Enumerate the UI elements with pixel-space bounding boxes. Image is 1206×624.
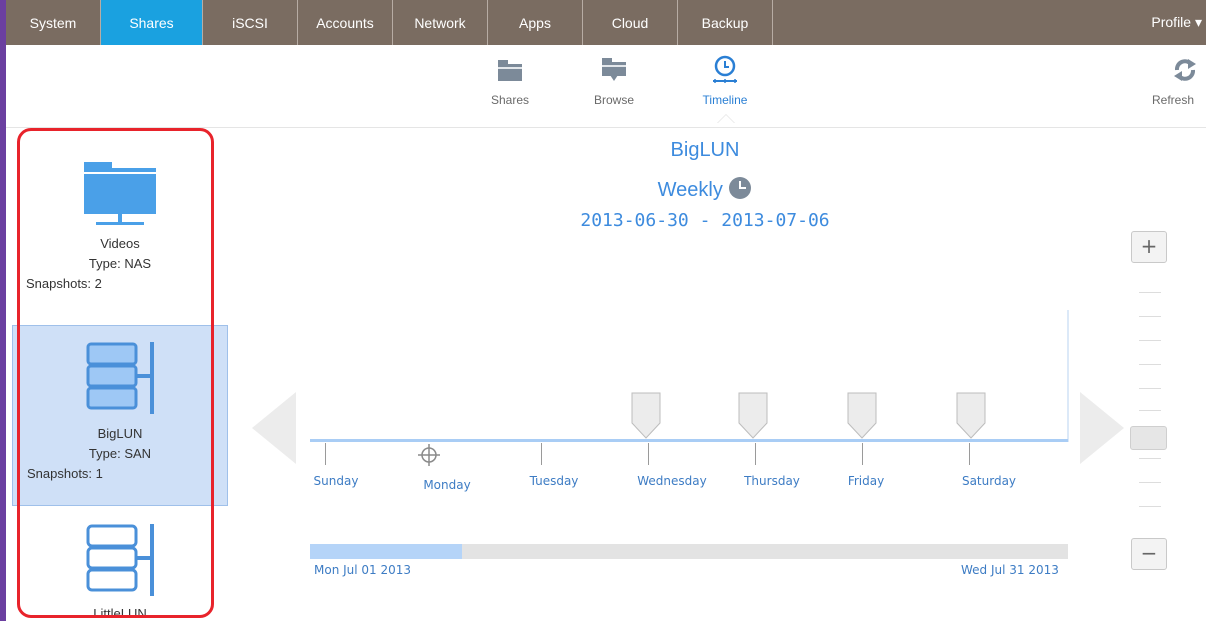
previous-week-arrow[interactable] — [252, 392, 296, 464]
day-tick — [541, 443, 542, 465]
share-name: LittleLUN — [93, 606, 147, 621]
timeline-end-marker — [1067, 310, 1069, 442]
snapshot-marker[interactable] — [847, 392, 877, 439]
range-end-label: Wed Jul 31 2013 — [961, 563, 1059, 577]
share-name: Videos — [100, 236, 140, 251]
tab-backup[interactable]: Backup — [678, 0, 773, 45]
zoom-tick — [1139, 292, 1161, 293]
range-scrollbar[interactable] — [310, 544, 1068, 559]
zoom-out-button[interactable]: − — [1131, 538, 1167, 570]
zoom-tick — [1139, 364, 1161, 365]
browse-folder-icon — [602, 58, 626, 81]
zoom-tick — [1139, 506, 1161, 507]
zoom-tick — [1139, 340, 1161, 341]
schedule-row: Weekly — [555, 176, 855, 202]
schedule-clock-icon[interactable] — [728, 176, 752, 200]
share-item-littlelun[interactable]: LittleLUN — [12, 512, 228, 621]
current-position-crosshair-icon — [418, 444, 440, 466]
day-label-monday: Monday — [423, 478, 471, 492]
toolbar-shares-label: Shares — [490, 93, 530, 107]
folder-icon — [498, 60, 522, 81]
clock-icon — [713, 55, 737, 83]
day-tick — [862, 443, 863, 465]
active-tool-pointer — [717, 114, 735, 123]
tab-accounts[interactable]: Accounts — [298, 0, 393, 45]
refresh-label: Refresh — [1152, 93, 1195, 107]
zoom-tick — [1139, 482, 1161, 483]
share-list: Videos Type: NAS Snapshots: 2 BigLUN Typ… — [12, 128, 228, 621]
zoom-tick — [1139, 458, 1161, 459]
profile-menu[interactable]: Profile ▾ — [1151, 0, 1202, 45]
snapshot-marker[interactable] — [956, 392, 986, 439]
day-tick — [648, 443, 649, 465]
tab-network[interactable]: Network — [393, 0, 488, 45]
toolbar-timeline-label: Timeline — [702, 93, 748, 107]
day-tick — [325, 443, 326, 465]
zoom-in-button[interactable]: + — [1131, 231, 1167, 263]
day-label-sunday: Sunday — [313, 474, 359, 488]
day-label-saturday: Saturday — [961, 474, 1017, 488]
refresh-icon — [1174, 59, 1196, 81]
schedule-label: Weekly — [657, 179, 723, 201]
next-week-arrow[interactable] — [1080, 392, 1124, 464]
tab-shares[interactable]: Shares — [101, 0, 203, 45]
tab-iscsi[interactable]: iSCSI — [203, 0, 298, 45]
zoom-tick — [1139, 388, 1161, 389]
share-type: Type: SAN — [88, 446, 152, 461]
day-label-friday: Friday — [847, 474, 885, 488]
date-range: 2013-06-30 - 2013-07-06 — [580, 210, 830, 231]
snapshot-marker[interactable] — [631, 392, 661, 439]
snapshot-marker[interactable] — [738, 392, 768, 439]
zoom-tick — [1139, 410, 1161, 411]
share-snapshots: Snapshots: 1 — [27, 466, 103, 481]
tab-apps[interactable]: Apps — [488, 0, 583, 45]
folder-network-icon — [84, 162, 156, 225]
day-tick — [755, 443, 756, 465]
share-item-biglun[interactable]: BigLUN Type: SAN Snapshots: 1 — [12, 325, 228, 506]
share-snapshots: Snapshots: 2 — [26, 276, 102, 291]
share-item-videos[interactable]: Videos Type: NAS Snapshots: 2 — [12, 150, 228, 320]
tab-system[interactable]: System — [6, 0, 101, 45]
share-name: BigLUN — [97, 426, 143, 441]
tab-cloud[interactable]: Cloud — [583, 0, 678, 45]
range-scrollbar-thumb[interactable] — [310, 544, 462, 559]
sub-toolbar: Shares Browse Timeline Refresh — [6, 45, 1206, 128]
day-label-tuesday: Tuesday — [529, 474, 579, 488]
zoom-tick — [1139, 316, 1161, 317]
day-label-wednesday: Wednesday — [637, 474, 707, 488]
day-tick — [969, 443, 970, 465]
toolbar-browse-label: Browse — [593, 93, 634, 107]
lun-icon — [86, 342, 154, 414]
top-navigation: System Shares iSCSI Accounts Network App… — [6, 0, 1206, 45]
toolbar-timeline-button[interactable]: Timeline — [690, 53, 760, 107]
refresh-button[interactable]: Refresh — [1152, 53, 1206, 107]
share-type: Type: NAS — [88, 256, 152, 271]
toolbar-browse-button[interactable]: Browse — [579, 53, 649, 107]
day-label-thursday: Thursday — [744, 474, 800, 488]
toolbar-shares-button[interactable]: Shares — [475, 53, 545, 107]
range-start-label: Mon Jul 01 2013 — [314, 563, 412, 577]
share-title: BigLUN — [670, 139, 740, 161]
zoom-slider-handle[interactable] — [1130, 426, 1167, 450]
lun-outline-icon — [86, 524, 154, 596]
